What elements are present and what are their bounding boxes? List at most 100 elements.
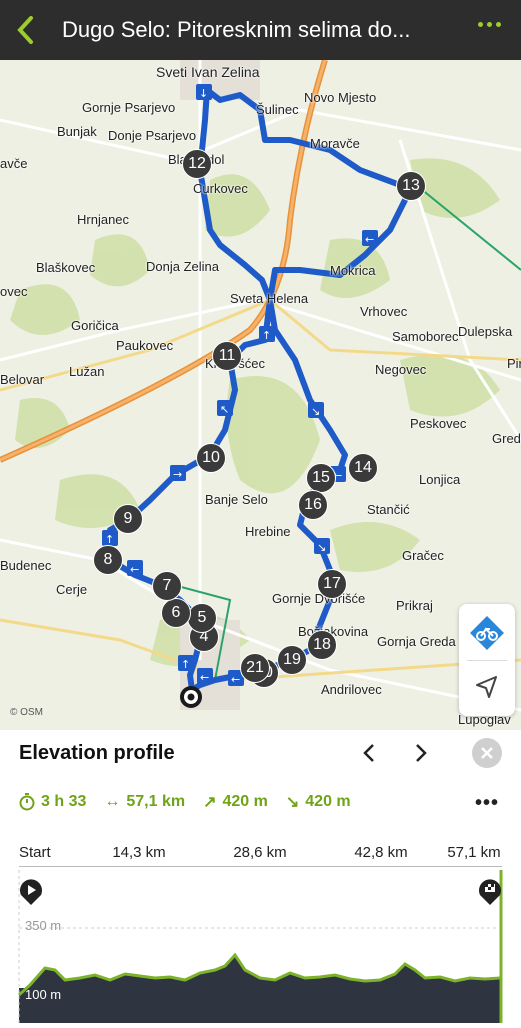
waypoint-marker[interactable]: 12 [182,149,212,179]
place-label: Vrhovec [360,304,408,319]
place-label: Sveti Ivan Zelina [156,64,260,80]
waypoint-marker[interactable]: 16 [298,490,328,520]
svg-text:←: ← [231,673,240,686]
ascent-value: 420 m [222,793,268,810]
svg-text:←: ← [200,671,209,684]
bike-icon [470,616,504,650]
elevation-chart[interactable]: 350 m 100 m [0,825,521,1023]
more-dots-icon[interactable]: ••• [475,792,499,815]
waypoint-marker[interactable]: 21 [240,653,270,683]
ascent-icon: ↗ [203,794,217,811]
axis-start-label: Start [19,844,51,861]
place-label: Blaškovec [36,260,96,275]
locate-button[interactable] [474,674,500,700]
place-label: Budenec [0,558,52,573]
axis-tick-label: 28,6 km [233,844,287,861]
place-label: Dulepska [458,324,513,339]
descent-value: 420 m [305,793,351,810]
svg-text:→: → [173,468,182,481]
waypoint-marker[interactable]: 15 [306,463,336,493]
close-button[interactable] [472,738,502,768]
finish-marker [478,878,502,911]
duration-stat: 3 h 33 [19,793,86,811]
place-label: Belovar [0,372,45,387]
map-view[interactable]: ↓ ← ↑ ↖ ↘ → ↑ ← ↘ ← ↑ ← ← Sveti Ivan Zelina Gornj… [0,60,521,730]
place-label: Stančić [367,502,410,517]
place-label: Sveta Helena [230,291,309,306]
waypoint-marker[interactable]: 8 [93,545,123,575]
place-label: Andrilovec [321,682,382,697]
distance-value: 57,1 km [126,793,186,810]
axis-tick-label: 14,3 km [112,844,166,861]
axis-tick-label: 42,8 km [354,844,408,861]
waypoint-marker[interactable]: 5 [187,603,217,633]
svg-text:↖: ↖ [220,403,229,416]
chevron-right-icon [416,744,427,762]
back-button[interactable] [0,0,50,60]
more-dots-icon[interactable] [478,22,501,27]
svg-text:↑: ↑ [262,329,271,342]
place-label: Donja Zelina [146,259,219,274]
place-label: Hrebine [245,524,291,539]
panel-title: Elevation profile [19,742,175,764]
waypoint-marker[interactable]: 13 [396,171,426,201]
place-label: Samoborec [392,329,459,344]
distance-stat: ↔ 57,1 km [104,793,185,811]
waypoint-marker[interactable]: 9 [113,504,143,534]
place-label: Prikraj [396,598,433,613]
place-label: Gračec [402,548,444,563]
descent-icon: ↘ [285,794,300,811]
place-label: Gornje Psarjevo [82,100,176,115]
place-label: Negovec [375,362,427,377]
place-label: Cerje [56,582,88,597]
waypoint-marker[interactable]: 7 [152,571,182,601]
waypoint-marker[interactable]: 14 [348,453,378,483]
place-label: Goričica [71,318,119,333]
navigation-arrow-icon [476,676,497,698]
place-label: avče [0,156,28,171]
ascent-stat: ↗ 420 m [203,792,268,812]
axis-end-label: 57,1 km [447,844,501,861]
page-title: Dugo Selo: Pitoresknim selima do... [62,17,411,42]
route-stats: 3 h 33 ↔ 57,1 km ↗ 420 m ↘ 420 m [19,792,351,812]
duration-value: 3 h 33 [41,793,87,810]
place-label: Pir [507,356,521,371]
descent-stat: ↘ 420 m [286,792,351,812]
bike-layer-button[interactable] [470,616,504,650]
svg-text:↘: ↘ [317,541,326,554]
stopwatch-icon [19,793,35,811]
place-label: Bunjak [57,124,97,139]
map-canvas: ↓←↑ ↖ ↘→ ↑←↘ ←↑← ← [0,60,521,712]
svg-text:↑: ↑ [181,658,190,671]
place-label: Novo Mjesto [304,90,377,105]
waypoint-marker[interactable]: 6 [161,598,191,628]
y-axis-label: 100 m [25,987,62,1002]
place-label: Lonjica [419,472,461,487]
waypoint-marker[interactable]: 10 [196,443,226,473]
svg-text:←: ← [130,563,139,576]
place-label: Šulinec [256,102,299,117]
place-label: Gred [492,431,521,446]
place-label: Gornje Dvorišće [272,591,366,606]
waypoint-marker[interactable]: 18 [307,630,337,660]
svg-text:↓: ↓ [199,87,208,100]
play-icon [20,879,42,905]
start-marker [19,878,43,911]
waypoint-marker[interactable]: 11 [212,341,242,371]
chevron-left-icon [17,16,33,44]
y-axis-label: 350 m [25,918,62,933]
waypoint-marker[interactable]: 17 [317,569,347,599]
finish-flag-icon [479,879,501,905]
prev-button[interactable] [362,742,376,771]
place-label: Mokrica [330,263,376,278]
top-bar: Dugo Selo: Pitoresknim selima do... [0,0,521,60]
distance-axis: Start 14,3 km 28,6 km 42,8 km 57,1 km [0,840,521,870]
elevation-panel: Elevation profile 3 h 33 ↔ 57,1 km ↗ 420… [0,730,521,1023]
next-button[interactable] [414,742,428,771]
map-controls [459,604,515,716]
distance-icon: ↔ [104,793,121,810]
waypoint-marker[interactable]: 19 [277,645,307,675]
place-label: Donje Psarjevo [108,128,197,143]
place-label: Banje Selo [205,492,268,507]
place-label: Paukovec [116,338,174,353]
